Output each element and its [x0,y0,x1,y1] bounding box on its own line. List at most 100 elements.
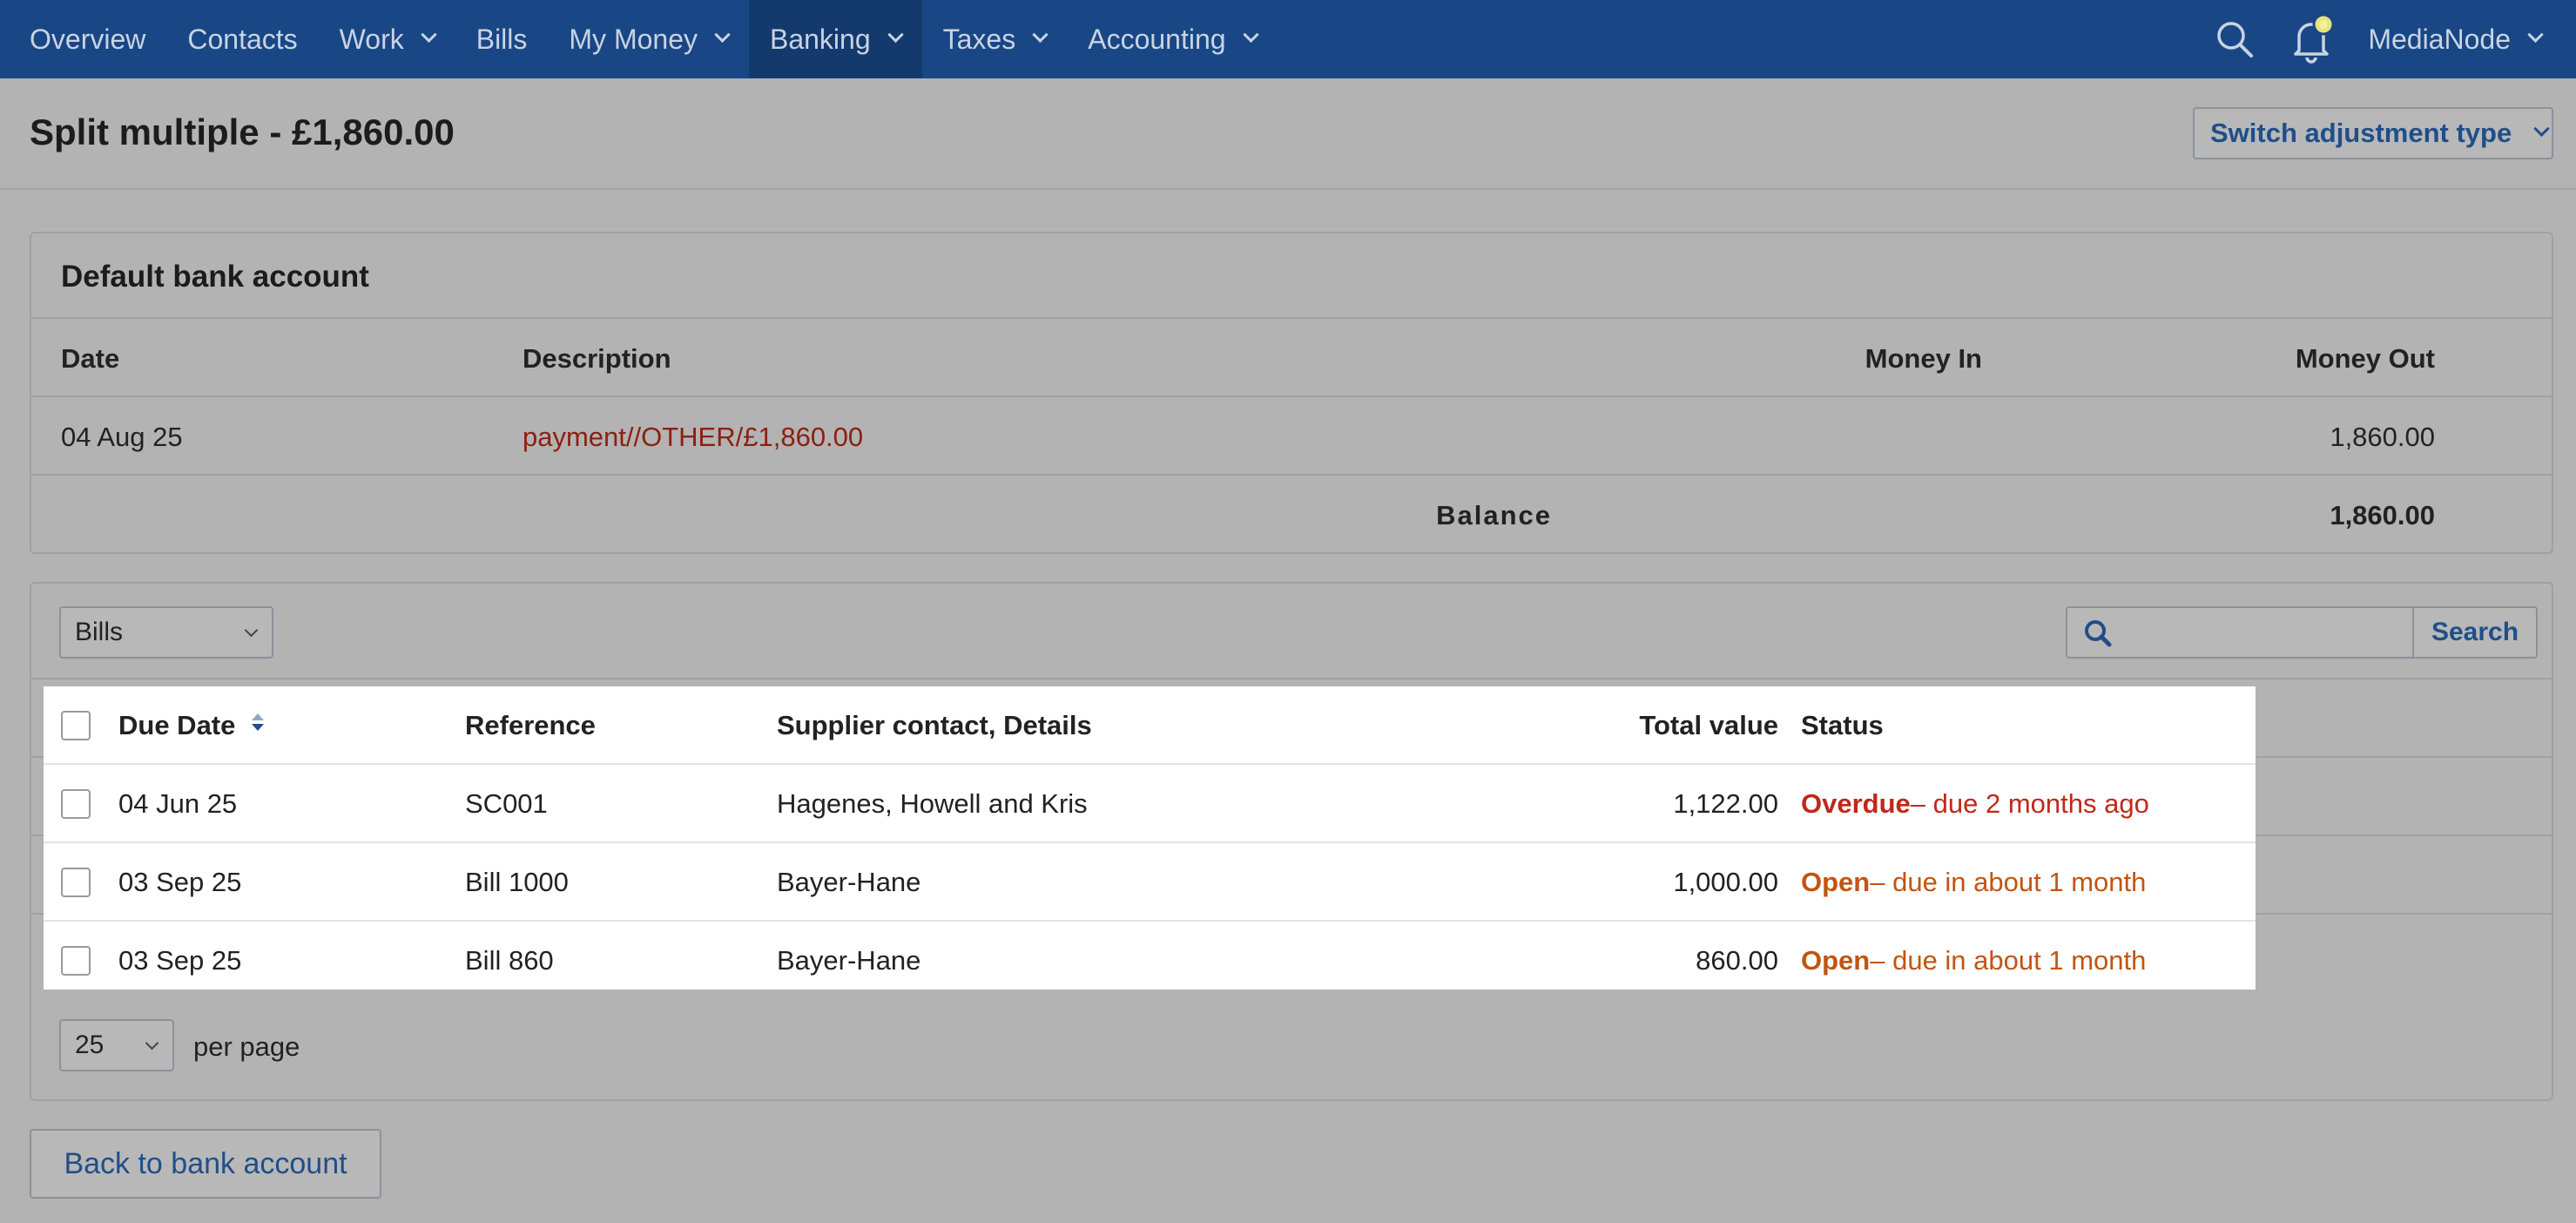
chevron-down-icon [887,26,904,43]
back-button-label: Back to bank account [64,1146,347,1180]
status-badge: Overdue [1801,788,1911,819]
nav-my-money[interactable]: My Money [548,0,749,78]
table-row[interactable]: 03 Sep 25 Bill 860 Bayer-Hane 860.00 Ope… [44,922,2256,1000]
search-box: Search [2066,606,2538,659]
bills-filter-select[interactable]: Bills [59,606,273,659]
bills-table: Due Date Reference Supplier contact, Det… [44,686,2256,990]
balance-label: Balance [1436,500,1552,530]
search-icon[interactable] [2195,0,2274,78]
notification-bell-icon[interactable] [2274,0,2352,78]
nav-bills-label: Bills [475,23,528,55]
row-supplier: Hagenes, Howell and Kris [777,788,1088,819]
switch-adjustment-type-button[interactable]: Switch adjustment type [2193,107,2553,159]
nav-overview[interactable]: Overview [0,0,166,78]
nav-work[interactable]: Work [319,0,455,78]
col-reference-header[interactable]: Reference [465,686,596,765]
chevron-down-icon [1032,26,1049,43]
row-reference: Bill 860 [465,945,554,976]
status-detail: – due in about 1 month [1870,945,2147,976]
divider [31,678,2552,679]
due-date-header-label: Due Date [118,710,236,740]
nav-overview-label: Overview [30,23,146,55]
col-total-header[interactable]: Total value [1472,686,1778,765]
divider [31,474,2552,476]
page-header: Split multiple - £1,860.00 Switch adjust… [0,78,2576,190]
row-total: 1,122.00 [1673,788,1778,819]
per-page-value: 25 [75,1030,105,1059]
back-to-bank-account-button[interactable]: Back to bank account [30,1129,381,1199]
col-status-header[interactable]: Status [1801,686,1884,765]
nav-work-label: Work [339,23,404,55]
chevron-down-icon [421,26,437,43]
bills-panel: Bills Search Due Date Reference Supplier… [30,582,2553,1101]
per-page-select[interactable]: 25 [59,1019,174,1071]
status-detail: – due in about 1 month [1870,867,2147,897]
row-total: 1,000.00 [1673,867,1778,897]
user-name: MediaNode [2368,23,2511,55]
col-money-out-header: Money Out [2295,343,2435,374]
nav-accounting-label: Accounting [1088,23,1226,55]
row-total: 860.00 [1696,945,1778,976]
col-money-in-header: Money In [1865,343,1982,374]
bank-row-date: 04 Aug 25 [61,422,183,452]
nav-taxes[interactable]: Taxes [922,0,1068,78]
nav-contacts[interactable]: Contacts [166,0,318,78]
divider [31,317,2552,319]
bank-row-money-out: 1,860.00 [2330,422,2435,452]
status-badge: Open [1801,945,1871,976]
row-due-date: 03 Sep 25 [118,945,242,976]
col-date-header: Date [61,343,120,374]
table-row[interactable]: 04 Jun 25 SC001 Hagenes, Howell and Kris… [44,765,2256,843]
top-nav: Overview Contacts Work Bills My Money Ba… [0,0,2576,78]
row-due-date: 03 Sep 25 [118,867,242,897]
col-description-header: Description [523,343,671,374]
nav-accounting[interactable]: Accounting [1067,0,1277,78]
row-checkbox[interactable] [61,946,91,976]
row-status: Open – due in about 1 month [1801,922,2146,1000]
nav-bills[interactable]: Bills [455,0,549,78]
row-checkbox[interactable] [61,789,91,819]
user-menu[interactable]: MediaNode [2352,24,2576,56]
nav-contacts-label: Contacts [187,23,298,55]
nav-banking[interactable]: Banking [748,0,922,78]
row-status: Open – due in about 1 month [1801,843,2146,922]
chevron-down-icon [2527,26,2544,43]
search-input[interactable] [2067,608,2412,657]
chevron-down-icon [2533,120,2550,137]
status-detail: – due 2 months ago [1910,788,2149,819]
row-checkbox[interactable] [61,868,91,897]
search-icon [2083,618,2113,652]
bank-account-panel: Default bank account Date Description Mo… [30,232,2553,554]
divider [31,395,2552,397]
nav-right: MediaNode [2195,0,2576,78]
chevron-down-icon [244,623,259,638]
per-page-label: per page [193,1031,300,1062]
status-badge: Open [1801,867,1871,897]
nav-taxes-label: Taxes [942,23,1016,55]
bank-panel-title: Default bank account [61,260,369,294]
select-all-checkbox[interactable] [61,711,91,740]
chevron-down-icon [145,1036,159,1051]
search-button[interactable]: Search [2412,608,2536,657]
search-button-label: Search [2431,618,2519,646]
row-supplier: Bayer-Hane [777,945,921,976]
table-row[interactable]: 03 Sep 25 Bill 1000 Bayer-Hane 1,000.00 … [44,843,2256,922]
row-status: Overdue – due 2 months ago [1801,765,2149,843]
bank-row-description: payment//OTHER/£1,860.00 [523,422,864,452]
chevron-down-icon [714,26,731,43]
row-reference: SC001 [465,788,548,819]
balance-value: 1,860.00 [2330,500,2435,530]
bills-filter-value: Bills [75,618,124,646]
row-supplier: Bayer-Hane [777,867,921,897]
col-due-date-header[interactable]: Due Date [118,686,266,765]
col-supplier-header[interactable]: Supplier contact, Details [777,686,1092,765]
table-header-row: Due Date Reference Supplier contact, Det… [44,686,2256,765]
sort-icon [249,710,266,741]
row-due-date: 04 Jun 25 [118,788,238,819]
chevron-down-icon [1242,26,1259,43]
switch-adjustment-label: Switch adjustment type [2210,118,2512,148]
nav-banking-label: Banking [769,23,871,55]
row-reference: Bill 1000 [465,867,569,897]
page-title: Split multiple - £1,860.00 [30,111,455,152]
nav-my-money-label: My Money [569,23,698,55]
